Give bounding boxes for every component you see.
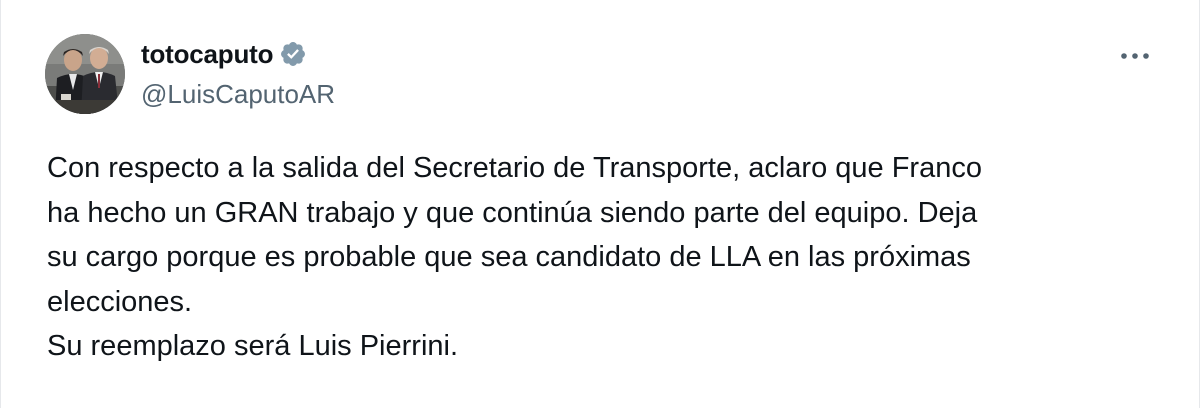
tweet-card: totocaputo @LuisCaputoAR Con respecto a … (0, 0, 1200, 408)
tweet-text-line: elecciones. (47, 285, 193, 318)
tweet-text-line: Su reemplazo será Luis Pierrini. (47, 330, 459, 362)
tweet-text: Con respecto a la salida del Secretario … (47, 146, 1157, 369)
author-name-row: totocaputo (141, 36, 307, 72)
tweet-text-line: Con respecto a la salida del Secretario … (47, 152, 982, 184)
author-handle[interactable]: @LuisCaputoAR (141, 76, 335, 112)
avatar[interactable] (45, 34, 125, 114)
tweet-text-line: ha hecho un GRAN trabajo y que continúa … (47, 196, 978, 229)
avatar-photo (45, 34, 125, 114)
more-horizontal-icon (1121, 53, 1149, 59)
tweet-text-line: su cargo porque es probable que sea cand… (47, 241, 971, 273)
author-display-name[interactable]: totocaputo (141, 39, 274, 70)
verified-badge-icon[interactable] (279, 40, 307, 68)
more-options-button[interactable] (1115, 38, 1155, 74)
